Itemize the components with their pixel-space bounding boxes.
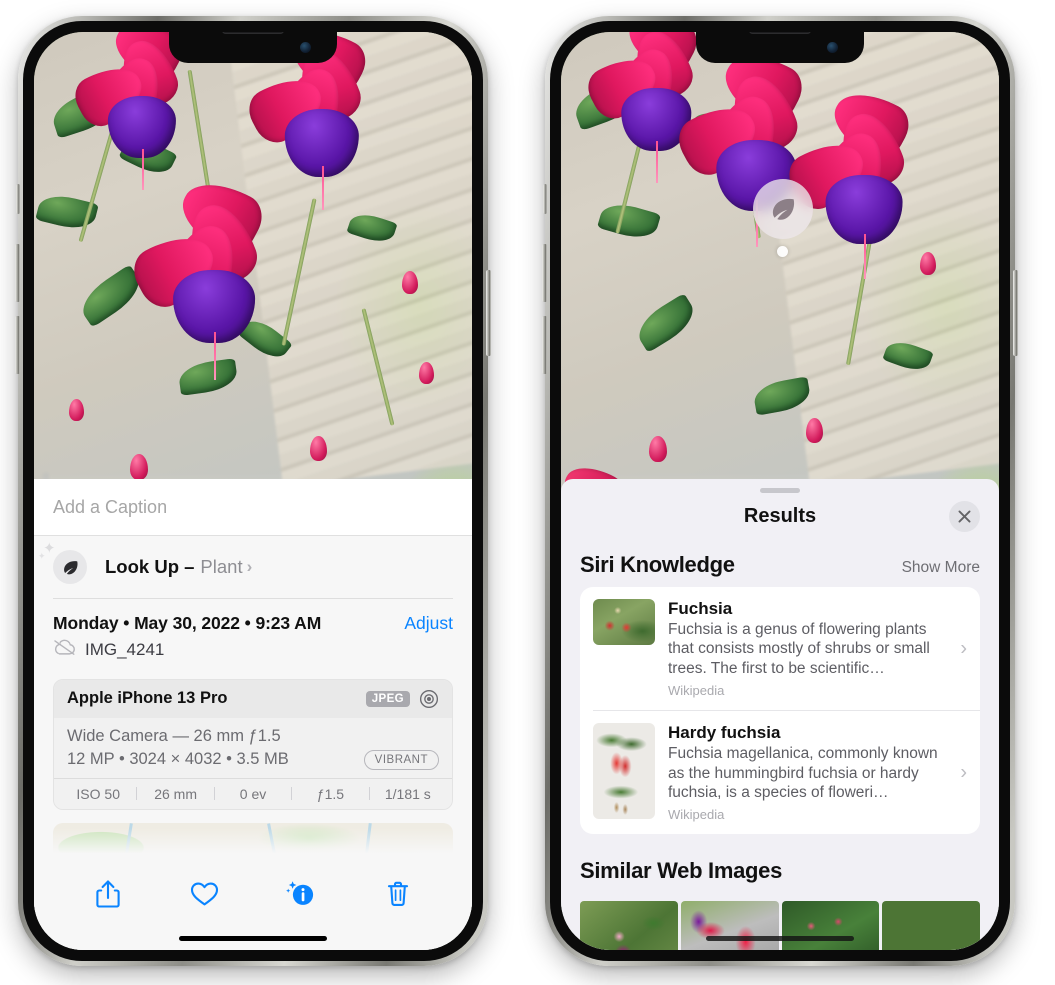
knowledge-row[interactable]: Fuchsia Fuchsia is a genus of flowering …: [580, 587, 980, 710]
result-description: Fuchsia is a genus of flowering plants t…: [668, 621, 930, 677]
exif-header: Apple iPhone 13 Pro JPEG: [54, 679, 452, 718]
volume-down-button[interactable]: [15, 316, 20, 374]
result-title: Fuchsia: [668, 599, 733, 618]
front-camera-icon: [300, 42, 311, 53]
exif-stats-row: ISO 50 26 mm 0 ev ƒ1.5 1/181 s: [54, 777, 452, 809]
info-button[interactable]: [279, 874, 323, 914]
result-thumbnail: [593, 599, 655, 645]
show-more-button[interactable]: Show More: [902, 559, 980, 577]
left-phone-device: Add a Caption ✦ ✦ Look Up – Plant › Mond…: [15, 16, 491, 966]
power-button[interactable]: [1013, 270, 1018, 356]
web-image-3[interactable]: [781, 901, 880, 950]
caption-input[interactable]: Add a Caption: [53, 497, 167, 518]
right-phone-device: Results Siri Knowledge Show More Fuchsia…: [542, 16, 1018, 966]
result-description: Fuchsia magellanica, commonly known as t…: [668, 745, 938, 801]
exif-stat-ev: 0 ev: [239, 785, 267, 802]
look-up-subject: Plant: [200, 556, 243, 577]
photo-date: Monday • May 30, 2022 • 9:23 AM: [53, 612, 322, 633]
volume-up-button[interactable]: [542, 244, 547, 302]
volume-up-button[interactable]: [15, 244, 20, 302]
similar-web-images-header: Similar Web Images: [561, 834, 999, 893]
silent-switch[interactable]: [16, 184, 20, 214]
photo-bud: [69, 399, 85, 422]
result-thumbnail: [593, 723, 655, 820]
favorite-button[interactable]: [183, 874, 227, 914]
visual-look-up-anchor-dot: [777, 246, 788, 257]
date-block: Monday • May 30, 2022 • 9:23 AM Adjust I…: [34, 599, 472, 665]
look-up-label: Look Up –: [105, 556, 195, 577]
power-button[interactable]: [486, 270, 491, 356]
notch: [169, 32, 337, 63]
exif-device-name: Apple iPhone 13 Pro: [67, 689, 228, 707]
right-phone-screen: Results Siri Knowledge Show More Fuchsia…: [561, 32, 999, 950]
photo-fuchsia-bloom: [67, 32, 197, 190]
photo-fuchsia-bloom: [241, 32, 382, 211]
volume-down-button[interactable]: [542, 316, 547, 374]
caption-row[interactable]: Add a Caption: [34, 479, 472, 536]
photo-bud: [920, 252, 937, 276]
section-title: Siri Knowledge: [580, 552, 735, 577]
photo-bud: [309, 435, 327, 461]
close-icon: [958, 510, 971, 523]
similar-web-images-grid: [561, 901, 999, 950]
result-title: Hardy fuchsia: [668, 723, 781, 743]
screenshot-root: Add a Caption ✦ ✦ Look Up – Plant › Mond…: [0, 0, 1055, 985]
results-sheet: Results Siri Knowledge Show More Fuchsia…: [561, 479, 999, 950]
format-badge: JPEG: [365, 690, 410, 707]
photo-bud: [648, 435, 667, 462]
sheet-title: Results: [743, 505, 817, 527]
web-image-4[interactable]: [882, 901, 980, 950]
left-phone-screen: Add a Caption ✦ ✦ Look Up – Plant › Mond…: [34, 32, 472, 950]
silent-switch[interactable]: [543, 184, 547, 214]
exif-body: Wide Camera — 26 mm ƒ1.5 12 MP • 3024 × …: [54, 717, 452, 778]
photo-filename: IMG_4241: [85, 639, 165, 659]
exif-card: Apple iPhone 13 Pro JPEG Wide Camera — 2…: [53, 678, 453, 810]
delete-button[interactable]: [376, 874, 420, 914]
leaf-icon: [772, 198, 795, 220]
photo-bud: [130, 454, 149, 481]
right-phone-bezel: Results Siri Knowledge Show More Fuchsia…: [550, 21, 1010, 961]
web-image-2[interactable]: [680, 901, 779, 950]
siri-knowledge-card: Fuchsia Fuchsia is a genus of flowering …: [580, 587, 980, 835]
look-up-row[interactable]: ✦ ✦ Look Up – Plant ›: [34, 536, 472, 598]
result-source: Wikipedia: [668, 683, 725, 699]
visual-look-up-badge[interactable]: [753, 179, 813, 239]
section-title: Similar Web Images: [580, 858, 783, 884]
sheet-grabber[interactable]: [760, 488, 800, 493]
exif-stat-iso: ISO 50: [76, 785, 120, 802]
photo-info-panel: Add a Caption ✦ ✦ Look Up – Plant › Mond…: [34, 479, 472, 950]
chevron-right-icon: ›: [246, 557, 253, 576]
web-image-1[interactable]: [580, 901, 678, 950]
knowledge-row[interactable]: Hardy fuchsia Fuchsia magellanica, commo…: [593, 710, 980, 834]
earpiece-speaker: [222, 32, 284, 34]
photo-fuchsia-bloom: [125, 169, 280, 381]
exif-stat-aperture: ƒ1.5: [316, 785, 345, 802]
icloud-slash-icon: [53, 639, 76, 661]
share-button[interactable]: [86, 874, 130, 914]
photo-bud: [401, 270, 418, 294]
exif-stat-focal: 26 mm: [154, 785, 197, 802]
earpiece-speaker: [749, 32, 811, 34]
aperture-icon[interactable]: [419, 689, 439, 709]
leaf-icon: ✦ ✦: [38, 541, 87, 584]
left-phone-bezel: Add a Caption ✦ ✦ Look Up – Plant › Mond…: [23, 21, 483, 961]
chevron-right-icon: ›: [960, 637, 967, 660]
adjust-button[interactable]: Adjust: [404, 613, 453, 634]
sparkle-small-icon: ✦: [38, 551, 46, 561]
siri-knowledge-header: Siri Knowledge Show More: [561, 528, 999, 587]
exif-specs: 12 MP • 3024 × 4032 • 3.5 MB: [67, 750, 289, 768]
close-button[interactable]: [949, 501, 980, 532]
chevron-right-icon: ›: [960, 761, 967, 784]
home-indicator[interactable]: [706, 936, 854, 941]
photo-bud: [419, 362, 435, 385]
exif-lens: Wide Camera — 26 mm ƒ1.5: [67, 726, 281, 745]
home-indicator[interactable]: [179, 936, 327, 941]
photo-fuchsia-bloom: [781, 80, 926, 280]
photographic-style-badge: VIBRANT: [363, 749, 439, 770]
result-source: Wikipedia: [668, 807, 725, 823]
notch: [696, 32, 864, 63]
exif-stat-shutter: 1/181 s: [384, 785, 431, 802]
front-camera-icon: [827, 42, 838, 53]
